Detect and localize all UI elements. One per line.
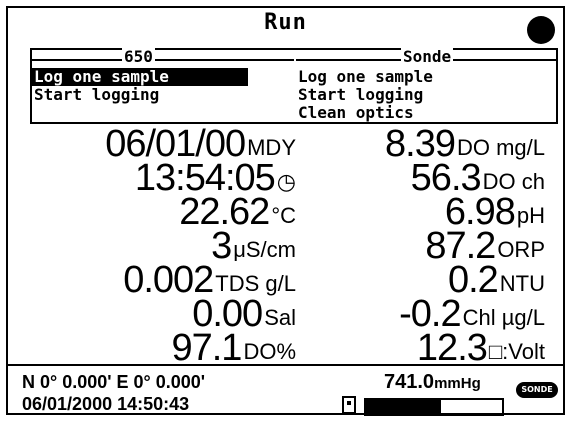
reading-turbidity: 0.2 NTU — [447, 259, 545, 301]
run-screen: Run 650 Log one sample Start logging Son… — [6, 6, 565, 416]
reading-temperature: 22.62 °C — [179, 191, 296, 233]
barometer-unit: mmHg — [434, 375, 481, 392]
clock-icon: ◷ — [276, 169, 296, 194]
menu-sonde-item-start-logging[interactable]: Start logging — [296, 86, 556, 104]
date-time: 06/01/2000 14:50:43 — [22, 394, 190, 414]
menu-650-item-log-one-sample[interactable]: Log one sample — [32, 68, 248, 86]
reading-do-percent: 97.1 DO% — [171, 327, 296, 369]
menu-650-label: 650 — [122, 47, 155, 66]
battery-icon — [342, 396, 356, 414]
menu-650-item-start-logging[interactable]: Start logging — [32, 86, 294, 104]
menu-sonde-item-clean-optics[interactable]: Clean optics — [296, 104, 556, 122]
sonde-connection-icon: SONDE — [516, 382, 558, 398]
run-menu: 650 Log one sample Start logging Sonde L… — [30, 48, 558, 124]
screen-title: Run — [264, 10, 307, 35]
menu-sonde: Sonde Log one sample Start logging Clean… — [296, 47, 558, 122]
gps-position: N 0° 0.000' E 0° 0.000' — [22, 372, 206, 392]
status-indicator-dot — [527, 16, 555, 44]
reading-conductivity: 3 μS/cm — [211, 225, 296, 267]
reading-battery-voltage: 12.3 □:Volt — [416, 327, 545, 369]
barometer-value: 741.0 — [384, 371, 435, 393]
menu-650: 650 Log one sample Start logging — [32, 47, 294, 104]
menu-sonde-header: Sonde — [296, 47, 558, 68]
menu-sonde-item-log-one-sample[interactable]: Log one sample — [296, 68, 556, 86]
battery-level-bar — [364, 398, 504, 416]
menu-650-header: 650 — [32, 47, 294, 68]
barometer-reading: 741.0mmHg — [384, 372, 481, 394]
footer-divider — [8, 364, 563, 366]
menu-sonde-label: Sonde — [401, 47, 454, 66]
battery-level-fill — [366, 400, 441, 414]
